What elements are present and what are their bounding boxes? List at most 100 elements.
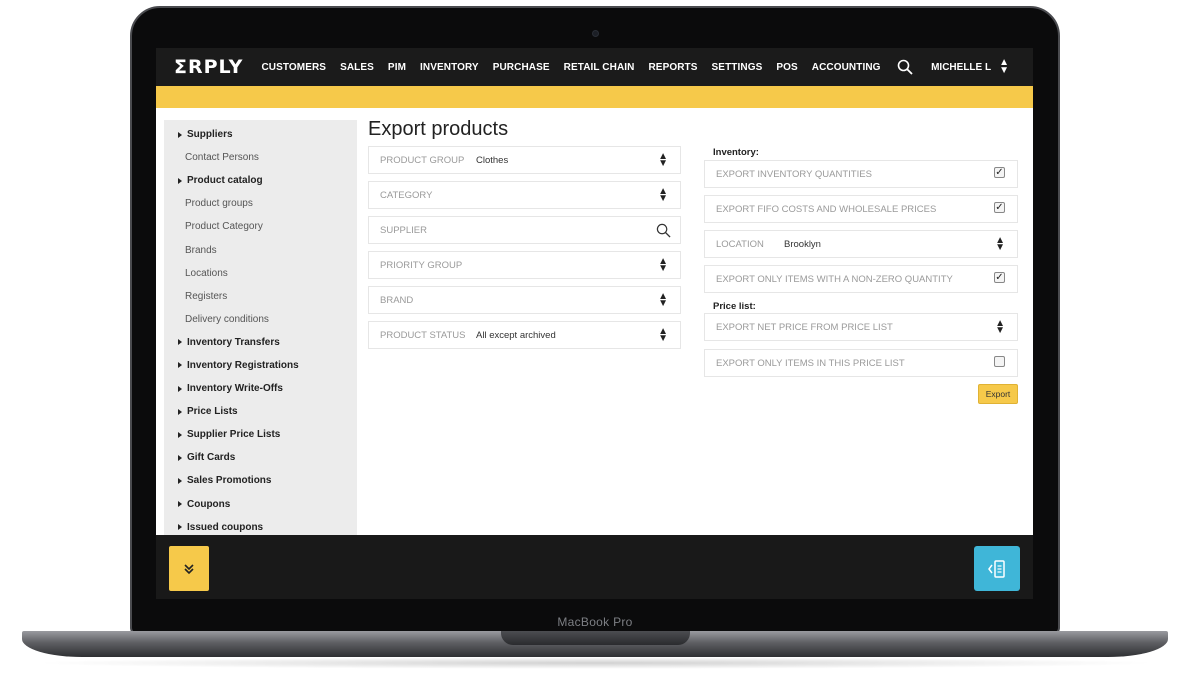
sort-arrows-icon: ▲ ▼: [658, 151, 668, 169]
sidebar-item-label: Suppliers: [187, 129, 233, 141]
sidebar-item-brands[interactable]: Brands: [164, 238, 357, 261]
top-navigation: ΣRPLY CUSTOMERS SALES PIM INVENTORY PURC…: [156, 48, 1033, 86]
nav-settings[interactable]: SETTINGS: [712, 62, 763, 73]
sidebar-item-label: Locations: [185, 267, 228, 279]
export-net-price-select[interactable]: EXPORT NET PRICE FROM PRICE LIST ▲ ▼: [704, 313, 1018, 341]
sidebar-item-label: Brands: [185, 244, 217, 256]
sort-arrows-icon: ▲ ▼: [658, 256, 668, 274]
supplier-search-field[interactable]: SUPPLIER: [368, 216, 681, 244]
sidebar-item-label: Registers: [185, 290, 228, 302]
caret-right-icon: [178, 131, 182, 138]
field-label: BRAND: [380, 294, 414, 306]
sort-arrows-icon: ▲ ▼: [995, 318, 1005, 336]
nav-accounting[interactable]: ACCOUNTING: [812, 62, 881, 73]
category-select[interactable]: CATEGORY ▲ ▼: [368, 181, 681, 209]
sidebar-item-product-groups[interactable]: Product groups: [164, 192, 357, 215]
sidebar-item-label: Product catalog: [187, 175, 263, 187]
field-label: EXPORT NET PRICE FROM PRICE LIST: [716, 321, 893, 333]
expand-button[interactable]: [169, 546, 209, 591]
search-icon[interactable]: [656, 223, 671, 238]
caret-right-icon: [178, 524, 182, 531]
caret-right-icon: [178, 501, 182, 508]
sidebar-item-label: Product Category: [185, 221, 263, 233]
caret-right-icon: [178, 454, 182, 461]
sidebar-item-gift-cards[interactable]: Gift Cards: [164, 446, 357, 469]
field-label: LOCATION: [716, 238, 764, 250]
export-button[interactable]: Export: [978, 384, 1018, 404]
accent-bar: [156, 86, 1033, 108]
nav-purchase[interactable]: PURCHASE: [493, 62, 550, 73]
field-value: Brooklyn: [784, 238, 821, 250]
sidebar-item-inventory-registrations[interactable]: Inventory Registrations: [164, 354, 357, 377]
field-value: Clothes: [476, 154, 509, 166]
sidebar-item-supplier-price-lists[interactable]: Supplier Price Lists: [164, 423, 357, 446]
nav-reports[interactable]: REPORTS: [648, 62, 697, 73]
checkbox-checked-icon[interactable]: ✓: [994, 167, 1005, 178]
sidebar-item-product-category[interactable]: Product Category: [164, 215, 357, 238]
caret-right-icon: [178, 177, 182, 184]
field-label: PRODUCT GROUP: [380, 154, 465, 166]
sidebar-item-label: Coupons: [187, 498, 231, 510]
sidebar-item-sales-promotions[interactable]: Sales Promotions: [164, 469, 357, 492]
export-fifo-costs-checkbox[interactable]: EXPORT FIFO COSTS AND WHOLESALE PRICES ✓: [704, 195, 1018, 223]
sidebar-item-delivery-conditions[interactable]: Delivery conditions: [164, 308, 357, 331]
field-label: PRIORITY GROUP: [380, 259, 463, 271]
sidebar-item-label: Inventory Transfers: [187, 336, 280, 348]
page-title: Export products: [368, 118, 509, 140]
sidebar-item-inventory-write-offs[interactable]: Inventory Write-Offs: [164, 377, 357, 400]
checkbox-checked-icon[interactable]: ✓: [994, 202, 1005, 213]
export-nonzero-quantity-checkbox[interactable]: EXPORT ONLY ITEMS WITH A NON-ZERO QUANTI…: [704, 265, 1018, 293]
priority-group-select[interactable]: PRIORITY GROUP ▲ ▼: [368, 251, 681, 279]
field-label: EXPORT ONLY ITEMS WITH A NON-ZERO QUANTI…: [716, 273, 953, 285]
sidebar-item-suppliers[interactable]: Suppliers: [164, 123, 357, 146]
caret-right-icon: [178, 408, 182, 415]
nav-customers[interactable]: CUSTOMERS: [261, 62, 326, 73]
bezel-label: MacBook Pro: [557, 615, 633, 629]
nav-retail-chain[interactable]: RETAIL CHAIN: [564, 62, 635, 73]
bottom-bar: [156, 535, 1033, 599]
sort-arrows-icon: ▲ ▼: [995, 235, 1005, 253]
sort-arrows-icon: ▲ ▼: [658, 291, 668, 309]
nav-pos[interactable]: POS: [776, 62, 797, 73]
caret-right-icon: [178, 431, 182, 438]
brand-select[interactable]: BRAND ▲ ▼: [368, 286, 681, 314]
sidebar-item-inventory-transfers[interactable]: Inventory Transfers: [164, 331, 357, 354]
export-inventory-quantities-checkbox[interactable]: EXPORT INVENTORY QUANTITIES ✓: [704, 160, 1018, 188]
nav-inventory[interactable]: INVENTORY: [420, 62, 479, 73]
export-only-price-list-items-checkbox[interactable]: EXPORT ONLY ITEMS IN THIS PRICE LIST: [704, 349, 1018, 377]
sort-arrows-icon: ▲ ▼: [999, 57, 1009, 76]
user-name: MICHELLE L: [931, 61, 992, 73]
sidebar-item-label: Sales Promotions: [187, 475, 272, 487]
location-select[interactable]: LOCATION Brooklyn ▲ ▼: [704, 230, 1018, 258]
sidebar-item-contact-persons[interactable]: Contact Persons: [164, 146, 357, 169]
base-shadow: [30, 657, 1160, 669]
sidebar-item-label: Delivery conditions: [185, 313, 269, 325]
field-label: PRODUCT STATUS: [380, 329, 466, 341]
inventory-section-label: Inventory:: [713, 147, 759, 158]
checkbox-checked-icon[interactable]: ✓: [994, 272, 1005, 283]
field-label: CATEGORY: [380, 189, 433, 201]
nav-pim[interactable]: PIM: [388, 62, 406, 73]
sidebar-item-coupons[interactable]: Coupons: [164, 493, 357, 516]
sidebar-item-price-lists[interactable]: Price Lists: [164, 400, 357, 423]
checkbox-unchecked-icon[interactable]: [994, 356, 1005, 367]
sidebar-item-registers[interactable]: Registers: [164, 285, 357, 308]
sort-arrows-icon: ▲ ▼: [658, 326, 668, 344]
product-group-select[interactable]: PRODUCT GROUP Clothes ▲ ▼: [368, 146, 681, 174]
sidebar-item-label: Issued coupons: [187, 521, 264, 533]
sidebar-item-locations[interactable]: Locations: [164, 262, 357, 285]
field-label: EXPORT FIFO COSTS AND WHOLESALE PRICES: [716, 203, 937, 215]
field-label: SUPPLIER: [380, 224, 427, 236]
laptop-notch: [501, 631, 690, 645]
price-list-section-label: Price list:: [713, 301, 756, 312]
search-icon[interactable]: [897, 59, 913, 75]
nav-sales[interactable]: SALES: [340, 62, 374, 73]
erply-logo[interactable]: ΣRPLY: [174, 56, 243, 78]
sidebar-item-product-catalog[interactable]: Product catalog: [164, 169, 357, 192]
panel-toggle-button[interactable]: [974, 546, 1020, 591]
app-screen: ΣRPLY CUSTOMERS SALES PIM INVENTORY PURC…: [156, 48, 1033, 599]
product-status-select[interactable]: PRODUCT STATUS All except archived ▲ ▼: [368, 321, 681, 349]
camera: [592, 30, 599, 37]
caret-right-icon: [178, 477, 182, 484]
user-menu[interactable]: MICHELLE L ▲ ▼: [931, 48, 1009, 86]
